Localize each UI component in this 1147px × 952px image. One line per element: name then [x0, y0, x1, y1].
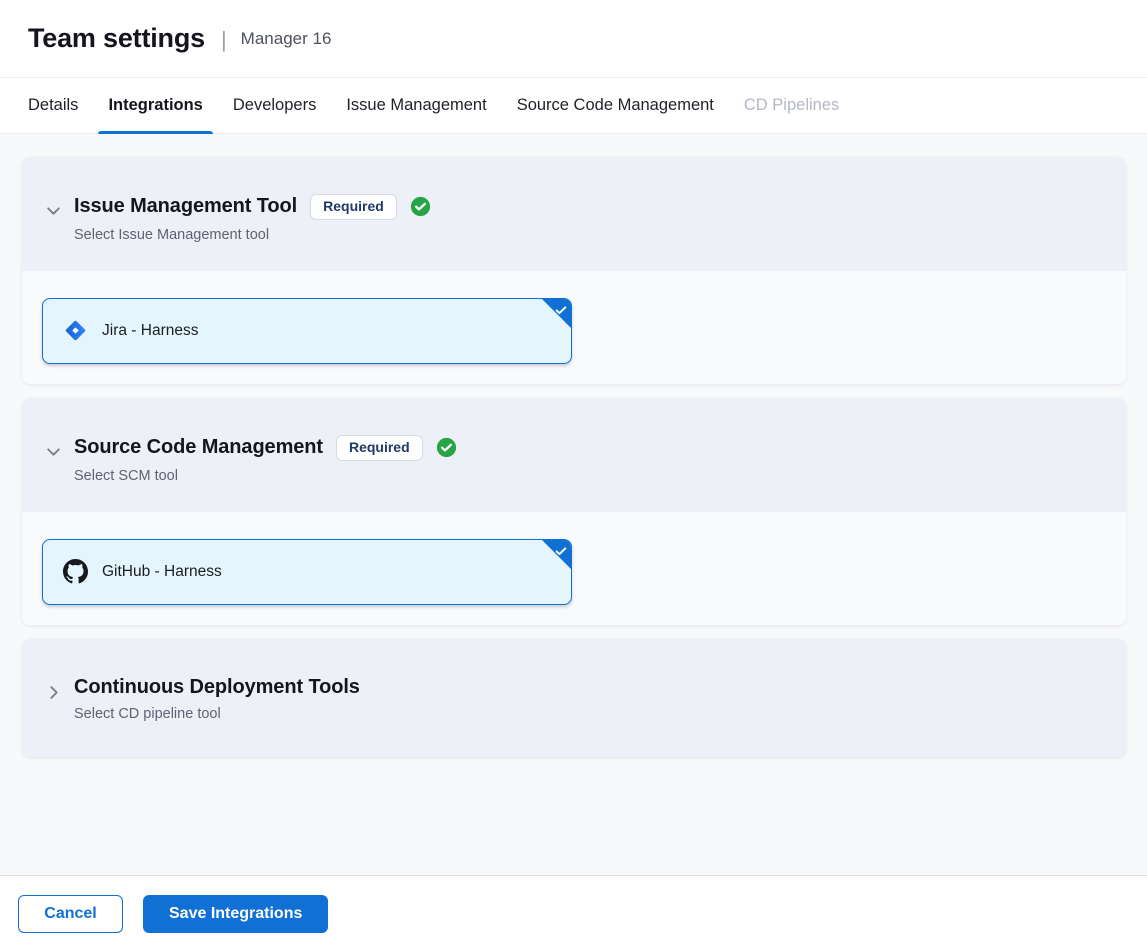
section-subtitle: Select Issue Management tool [74, 227, 431, 243]
title-row: Continuous Deployment Tools [74, 676, 360, 699]
check-circle-icon [436, 437, 457, 458]
section-scm-body: GitHub - Harness [22, 512, 1126, 625]
tool-card-label: GitHub - Harness [102, 563, 222, 581]
title-row: Issue Management Tool Required [74, 194, 431, 220]
footer-actions: Cancel Save Integrations [0, 875, 1147, 952]
tab-integrations[interactable]: Integrations [94, 78, 216, 133]
title-separator: | [221, 27, 227, 53]
team-name-label: Manager 16 [241, 29, 332, 49]
section-titles: Continuous Deployment Tools Select CD pi… [74, 676, 360, 722]
expand-toggle-button[interactable] [41, 682, 65, 706]
tab-cd-pipelines: CD Pipelines [730, 78, 853, 133]
github-icon [63, 559, 88, 584]
section-title: Source Code Management [74, 436, 323, 459]
check-circle-icon [410, 196, 431, 217]
tab-source-code-management[interactable]: Source Code Management [503, 78, 728, 133]
jira-icon [63, 318, 88, 343]
required-badge: Required [336, 435, 423, 461]
save-integrations-button[interactable]: Save Integrations [143, 895, 328, 933]
team-settings-page: Team settings | Manager 16 Details Integ… [0, 0, 1147, 952]
chevron-right-icon [45, 684, 62, 704]
required-badge: Required [310, 194, 397, 220]
settings-tabs: Details Integrations Developers Issue Ma… [0, 78, 1147, 134]
section-issue-management-tool: Issue Management Tool Required Select Is… [22, 157, 1126, 384]
section-issue-management-header[interactable]: Issue Management Tool Required Select Is… [22, 157, 1126, 271]
chevron-down-icon [45, 202, 62, 222]
collapse-toggle-button[interactable] [41, 441, 65, 465]
title-row: Source Code Management Required [74, 435, 457, 461]
integrations-panel: Issue Management Tool Required Select Is… [0, 134, 1147, 875]
cancel-button[interactable]: Cancel [18, 895, 123, 933]
chevron-down-icon [45, 443, 62, 463]
section-cd-header[interactable]: Continuous Deployment Tools Select CD pi… [22, 639, 1126, 757]
tab-developers[interactable]: Developers [219, 78, 330, 133]
tab-details[interactable]: Details [14, 78, 92, 133]
tool-card-github-harness[interactable]: GitHub - Harness [42, 539, 572, 605]
section-titles: Source Code Management Required Select S… [74, 435, 457, 484]
collapse-toggle-button[interactable] [41, 200, 65, 224]
tool-card-jira-harness[interactable]: Jira - Harness [42, 298, 572, 364]
selected-check-icon [554, 303, 568, 317]
section-source-code-management: Source Code Management Required Select S… [22, 398, 1126, 625]
section-continuous-deployment-tools: Continuous Deployment Tools Select CD pi… [22, 639, 1126, 757]
tool-card-label: Jira - Harness [102, 322, 198, 340]
section-scm-header[interactable]: Source Code Management Required Select S… [22, 398, 1126, 512]
section-issue-management-body: Jira - Harness [22, 271, 1126, 384]
section-titles: Issue Management Tool Required Select Is… [74, 194, 431, 243]
selected-check-icon [554, 544, 568, 558]
section-subtitle: Select SCM tool [74, 468, 457, 484]
page-title: Team settings [28, 23, 205, 54]
page-header: Team settings | Manager 16 [0, 0, 1147, 78]
tab-issue-management[interactable]: Issue Management [332, 78, 500, 133]
section-title: Issue Management Tool [74, 195, 297, 218]
section-title: Continuous Deployment Tools [74, 676, 360, 699]
section-subtitle: Select CD pipeline tool [74, 706, 360, 722]
